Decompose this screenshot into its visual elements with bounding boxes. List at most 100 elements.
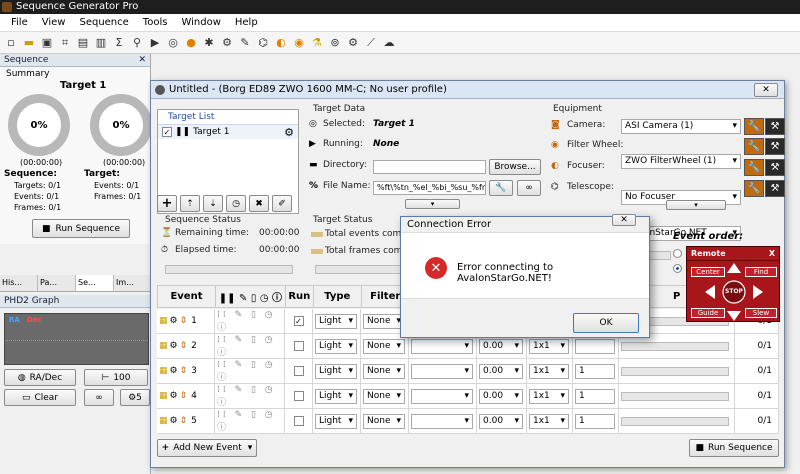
- event-run-checkbox[interactable]: [293, 391, 304, 401]
- menu-tools[interactable]: Tools: [143, 17, 168, 28]
- sum-icon[interactable]: Σ: [112, 36, 126, 50]
- event-row[interactable]: ▦⚙⇕3 ⁞⁞ ✎ ▯ ◷ ⓘ Light None 0.00 1x1 1 0/1: [157, 359, 779, 384]
- play-icon[interactable]: ▶: [148, 36, 162, 50]
- focuser-settings-button[interactable]: ⚒: [765, 159, 785, 176]
- image-icon[interactable]: ▤: [76, 36, 90, 50]
- event-type-select[interactable]: Light: [315, 363, 357, 379]
- aim-icon[interactable]: ⊚: [328, 36, 342, 50]
- event-filter-select[interactable]: None: [363, 363, 405, 379]
- event-select-icon[interactable]: ▦: [159, 391, 168, 401]
- event-exposure-select[interactable]: [411, 338, 473, 354]
- event-filter-select[interactable]: None: [363, 388, 405, 404]
- remote-find-button[interactable]: Find: [745, 267, 777, 277]
- event-move-icon[interactable]: ⇕: [180, 366, 188, 376]
- focus-icon[interactable]: ◐: [274, 36, 288, 50]
- remote-close-icon[interactable]: X: [769, 249, 775, 258]
- event-exposure-select[interactable]: [411, 388, 473, 404]
- event-move-icon[interactable]: ⇕: [180, 316, 188, 326]
- event-run-checkbox[interactable]: ✓: [293, 316, 304, 326]
- event-select-icon[interactable]: ▦: [159, 316, 168, 326]
- flask-icon[interactable]: ⚗: [310, 36, 324, 50]
- add-target-button[interactable]: +: [157, 195, 177, 212]
- remote-guide-button[interactable]: Guide: [691, 308, 725, 318]
- histogram-icon[interactable]: ▥: [94, 36, 108, 50]
- open-folder-icon[interactable]: ▬: [22, 36, 36, 50]
- pen-icon[interactable]: ✎: [238, 36, 252, 50]
- event-gear-icon[interactable]: ⚙: [170, 416, 178, 426]
- camera-settings-button[interactable]: ⚒: [765, 118, 785, 135]
- run-sequence-button[interactable]: ■ Run Sequence: [689, 439, 779, 457]
- directory-input[interactable]: [373, 160, 486, 174]
- event-gear-icon[interactable]: ⚙: [170, 391, 178, 401]
- remote-stop-button[interactable]: STOP: [722, 288, 746, 295]
- event-duration-select[interactable]: 0.00: [479, 363, 523, 379]
- camera-gear-icon[interactable]: ⚙: [220, 36, 234, 50]
- target-icon[interactable]: ◎: [166, 36, 180, 50]
- event-type-select[interactable]: Light: [315, 338, 357, 354]
- telescope-icon[interactable]: ⌬: [256, 36, 270, 50]
- clock-button[interactable]: ◷: [226, 195, 246, 212]
- menu-file[interactable]: File: [11, 17, 28, 28]
- tab-history[interactable]: His...: [0, 275, 38, 291]
- event-exposure-select[interactable]: [411, 413, 473, 429]
- event-exposure-select[interactable]: [411, 363, 473, 379]
- filterwheel-settings-button[interactable]: ⚒: [765, 138, 785, 155]
- event-move-icon[interactable]: ⇕: [180, 416, 188, 426]
- telescope-settings-button[interactable]: ⚒: [765, 180, 785, 197]
- event-gear-icon[interactable]: ⚙: [170, 341, 178, 351]
- event-move-icon[interactable]: ⇕: [180, 391, 188, 401]
- event-run-checkbox[interactable]: [293, 416, 304, 426]
- event-count-spinner[interactable]: [575, 338, 615, 354]
- filterwheel-connect-button[interactable]: 🔧: [744, 138, 764, 155]
- cloud-icon[interactable]: ☁: [382, 36, 396, 50]
- remote-slew-button[interactable]: Slew: [745, 308, 777, 318]
- event-select-icon[interactable]: ▦: [159, 341, 168, 351]
- remote-south-arrow[interactable]: [727, 311, 741, 321]
- tab-image[interactable]: Im...: [114, 275, 151, 291]
- edit-target-button[interactable]: ✐: [272, 195, 292, 212]
- guide-icon[interactable]: ◉: [292, 36, 306, 50]
- clear-button[interactable]: ▭ Clear: [4, 389, 76, 406]
- event-type-select[interactable]: Light: [315, 388, 357, 404]
- event-type-select[interactable]: Light: [315, 413, 357, 429]
- event-gear-icon[interactable]: ⚙: [170, 366, 178, 376]
- filename-input[interactable]: %ft\%tn_%el_%bi_%su_%fn: [373, 181, 486, 195]
- cog-icon[interactable]: ⚙: [346, 36, 360, 50]
- event-binning-select[interactable]: 1x1: [529, 338, 569, 354]
- event-count-spinner[interactable]: 1: [575, 413, 615, 429]
- target-enable-checkbox[interactable]: ✓: [162, 127, 172, 137]
- event-type-select[interactable]: Light: [315, 313, 357, 329]
- record-icon[interactable]: ●: [184, 36, 198, 50]
- remote-center-button[interactable]: Center: [691, 267, 725, 277]
- camera-select[interactable]: ASI Camera (1): [621, 119, 741, 134]
- magnify-icon[interactable]: ⚲: [130, 36, 144, 50]
- remote-west-arrow[interactable]: [705, 285, 715, 299]
- event-filter-select[interactable]: None: [363, 313, 405, 329]
- event-filter-select[interactable]: None: [363, 413, 405, 429]
- target-data-expand-button[interactable]: ▾: [405, 199, 460, 209]
- remote-north-arrow[interactable]: [727, 263, 741, 273]
- telescope-connect-button[interactable]: 🔧: [744, 180, 764, 197]
- chart-icon[interactable]: ⟋: [364, 36, 378, 50]
- filterwheel-select[interactable]: ZWO FilterWheel (1): [621, 154, 741, 169]
- new-file-icon[interactable]: ▫: [4, 36, 18, 50]
- event-binning-select[interactable]: 1x1: [529, 388, 569, 404]
- panel-pin-icon[interactable]: ✕: [138, 54, 146, 67]
- target-list-item[interactable]: ✓ ❚❚ Target 1 ⚙: [158, 125, 298, 139]
- hidden-dialog-close-button[interactable]: ✕: [612, 214, 636, 226]
- event-duration-select[interactable]: 0.00: [479, 413, 523, 429]
- event-binning-select[interactable]: 1x1: [529, 363, 569, 379]
- event-run-checkbox[interactable]: [293, 366, 304, 376]
- delete-target-button[interactable]: ✖: [249, 195, 269, 212]
- event-binning-select[interactable]: 1x1: [529, 413, 569, 429]
- save-icon[interactable]: ▣: [40, 36, 54, 50]
- event-row[interactable]: ▦⚙⇕5 ⁞⁞ ✎ ▯ ◷ ⓘ Light None 0.00 1x1 1 0/1: [157, 409, 779, 434]
- link-button[interactable]: ∞: [84, 389, 114, 406]
- event-filter-select[interactable]: None: [363, 338, 405, 354]
- event-order-radio-2[interactable]: [673, 264, 682, 273]
- event-duration-select[interactable]: 0.00: [479, 388, 523, 404]
- dialog-ok-button[interactable]: OK: [573, 313, 639, 333]
- event-count-spinner[interactable]: 1: [575, 363, 615, 379]
- event-row[interactable]: ▦⚙⇕4 ⁞⁞ ✎ ▯ ◷ ⓘ Light None 0.00 1x1 1 0/1: [157, 384, 779, 409]
- filename-preview-button[interactable]: ∞: [517, 180, 541, 196]
